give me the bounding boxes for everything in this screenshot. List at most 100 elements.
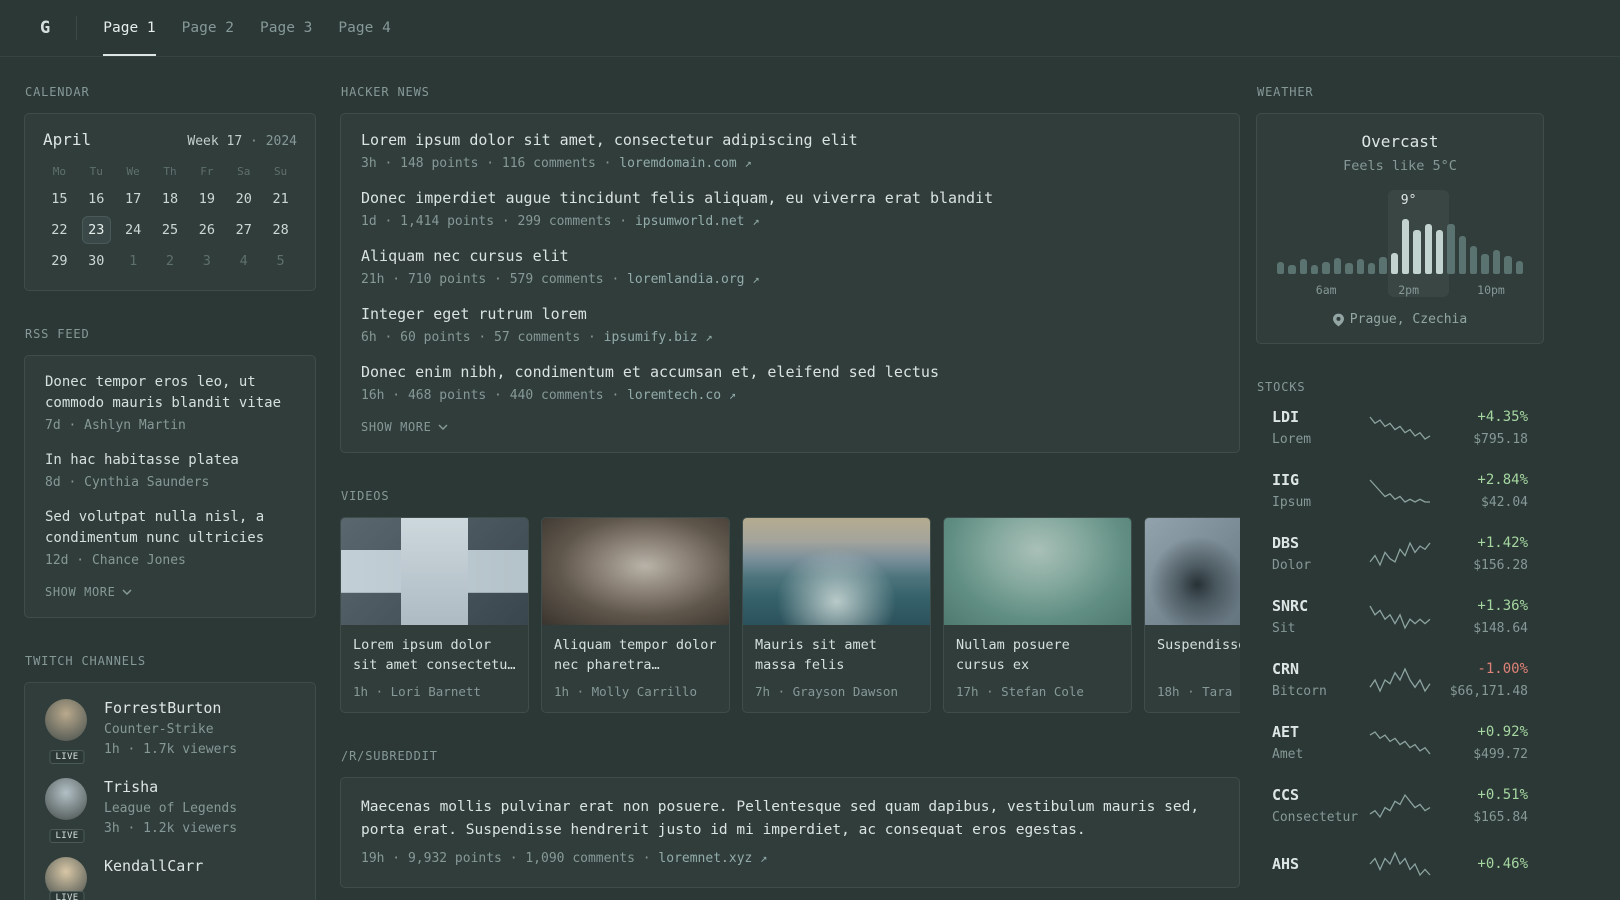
right-column: WEATHER Overcast Feels like 5°C 9° 6am 2p… (1256, 85, 1544, 900)
calendar-day: 17 (125, 191, 142, 207)
video-thumbnail[interactable] (944, 518, 1131, 625)
stock-id: IIG Ipsum (1272, 471, 1368, 511)
calendar-day: 19 (198, 191, 215, 207)
video-card[interactable]: Suspendisse diam 18h · Tara (1144, 517, 1240, 713)
source-link[interactable]: ipsumify.biz ↗ (604, 330, 713, 345)
weather-time-labels: 6am 2pm 10pm (1277, 283, 1523, 297)
video-title[interactable]: Nullam posuere cursus ex (956, 635, 1119, 675)
video-thumbnail[interactable] (542, 518, 729, 625)
video-card[interactable]: Mauris sit amet massa felis 7h · Grayson … (742, 517, 931, 713)
weather-bar (1470, 246, 1478, 274)
video-card[interactable]: Aliquam tempor dolor nec pharetra… 1h · M… (541, 517, 730, 713)
stock-change: +1.36% (1477, 598, 1528, 614)
hn-item-title[interactable]: Lorem ipsum dolor sit amet, consectetur … (361, 130, 1219, 151)
video-title[interactable]: Lorem ipsum dolor sit amet consectetu… (353, 635, 516, 675)
twitch-channel-row[interactable]: LIVE KendallCarr (45, 857, 295, 900)
weather-time-label: 10pm (1477, 283, 1505, 297)
calendar-dayname: Th (163, 165, 177, 178)
videos-widget: VIDEOS Lorem ipsum dolor sit amet consec… (340, 489, 1240, 713)
twitch-channel-name[interactable]: Trisha (104, 778, 237, 797)
middle-column: HACKER NEWS Lorem ipsum dolor sit amet, … (340, 85, 1240, 900)
video-thumbnail[interactable] (743, 518, 930, 625)
stock-values: +0.51% $165.84 (1432, 786, 1528, 826)
video-card[interactable]: Lorem ipsum dolor sit amet consectetu… 1h… (340, 517, 529, 713)
stock-id: CCS Consectetur (1272, 786, 1368, 826)
video-title[interactable]: Aliquam tempor dolor nec pharetra… (554, 635, 717, 675)
hn-item-title[interactable]: Donec imperdiet augue tincidunt felis al… (361, 188, 1219, 209)
calendar-card: April Week 17 · 2024 Mo Tu We Th Fr Sa Su 15 16… (24, 113, 316, 291)
video-title[interactable]: Suspendisse diam (1157, 635, 1240, 675)
stock-symbol: IIG (1272, 471, 1300, 489)
twitch-channel-row[interactable]: LIVE ForrestBurton Counter-Strike 1h · 1.7k… (45, 699, 295, 764)
weather-bar (1390, 253, 1398, 274)
subreddit-post-title[interactable]: Maecenas mollis pulvinar erat non posuer… (361, 796, 1219, 842)
stock-change: +4.35% (1477, 409, 1528, 425)
stock-row: CRN Bitcorn -1.00% $66,171.48 (1256, 660, 1544, 700)
calendar-week-label: Week 17 (187, 134, 243, 149)
stock-change: -1.00% (1477, 661, 1528, 677)
video-thumbnail[interactable] (341, 518, 528, 625)
rss-item-title[interactable]: Donec tempor eros leo, ut commodo mauris… (45, 372, 295, 414)
twitch-channel-name[interactable]: ForrestBurton (104, 699, 237, 718)
weather-bar (1424, 224, 1433, 274)
hn-item-title[interactable]: Donec enim nibh, condimentum et accumsan… (361, 362, 1219, 383)
subreddit-post-meta: 19h · 9,932 points · 1,090 comments · lo… (361, 850, 1219, 867)
hn-item-title[interactable]: Aliquam nec cursus elit (361, 246, 1219, 267)
calendar-month: April (43, 130, 92, 149)
source-link[interactable]: ipsumworld.net ↗ (635, 214, 760, 229)
video-card[interactable]: Nullam posuere cursus ex 17h · Stefan Col… (943, 517, 1132, 713)
hackernews-show-more-button[interactable]: SHOW MORE (361, 420, 448, 434)
weather-card: Overcast Feels like 5°C 9° 6am 2pm 10pm Pr… (1256, 113, 1544, 344)
subreddit-widget-title: /R/SUBREDDIT (341, 749, 438, 763)
stock-symbol: LDI (1272, 408, 1300, 426)
stock-sparkline (1369, 793, 1431, 819)
video-meta: 17h · Stefan Cole (956, 684, 1084, 699)
hn-item: Lorem ipsum dolor sit amet, consectetur … (361, 130, 1219, 172)
videos-row: Lorem ipsum dolor sit amet consectetu… 1h… (340, 517, 1240, 713)
rss-item-title[interactable]: In hac habitasse platea (45, 450, 295, 471)
stock-row: IIG Ipsum +2.84% $42.04 (1256, 471, 1544, 511)
stock-spark-cell (1368, 476, 1432, 506)
app-logo[interactable]: G (40, 16, 78, 40)
hn-item-title[interactable]: Integer eget rutrum lorem (361, 304, 1219, 325)
twitch-channel-name[interactable]: KendallCarr (104, 857, 203, 876)
calendar-day: 18 (161, 191, 179, 207)
video-thumbnail[interactable] (1145, 518, 1240, 625)
left-column: CALENDAR April Week 17 · 2024 Mo Tu We Th Fr… (24, 85, 316, 900)
weather-bar (1492, 250, 1501, 274)
rss-item-meta: 12d · Chance Jones (45, 553, 186, 568)
stock-id: AET Amet (1272, 723, 1368, 763)
source-link[interactable]: loremlandia.org ↗ (627, 272, 759, 287)
source-link[interactable]: loremnet.xyz ↗ (658, 851, 767, 866)
tab-page-3[interactable]: Page 3 (247, 0, 325, 56)
stock-symbol: CCS (1272, 786, 1300, 804)
twitch-avatar-wrap: LIVE (45, 699, 89, 764)
stock-values: +0.92% $499.72 (1432, 723, 1528, 763)
stock-values: +0.46% (1432, 855, 1528, 874)
rss-list: Donec tempor eros leo, ut commodo mauris… (45, 372, 295, 569)
stock-id: CRN Bitcorn (1272, 660, 1368, 700)
hn-item: Donec imperdiet augue tincidunt felis al… (361, 188, 1219, 230)
twitch-channel-row[interactable]: LIVE Trisha League of Legends 3h · 1.2k vie… (45, 778, 295, 843)
weather-time-label: 6am (1315, 283, 1337, 297)
rss-show-more-button[interactable]: SHOW MORE (45, 585, 132, 599)
stock-name: Bitcorn (1272, 684, 1327, 699)
video-body: Aliquam tempor dolor nec pharetra… 1h · M… (542, 625, 729, 712)
twitch-viewers: 1h · 1.7k viewers (104, 742, 238, 757)
source-link[interactable]: loremtech.co ↗ (627, 388, 736, 403)
twitch-viewers: 3h · 1.2k viewers (104, 821, 238, 836)
weather-bar (1481, 254, 1489, 274)
stock-spark-cell (1368, 791, 1432, 821)
tab-page-4[interactable]: Page 4 (325, 0, 403, 56)
video-title[interactable]: Mauris sit amet massa felis (755, 635, 918, 675)
external-link-icon: ↗ (752, 214, 760, 228)
tab-page-1[interactable]: Page 1 (90, 0, 168, 56)
live-badge: LIVE (49, 829, 85, 843)
stock-name: Lorem (1272, 432, 1312, 447)
source-link[interactable]: loremdomain.com ↗ (619, 156, 751, 171)
rss-item-title[interactable]: Sed volutpat nulla nisl, a condimentum n… (45, 507, 295, 549)
stock-row: CCS Consectetur +0.51% $165.84 (1256, 786, 1544, 826)
hackernews-widget: HACKER NEWS Lorem ipsum dolor sit amet, … (340, 85, 1240, 453)
tab-page-2[interactable]: Page 2 (169, 0, 247, 56)
show-more-label: SHOW MORE (361, 420, 432, 434)
